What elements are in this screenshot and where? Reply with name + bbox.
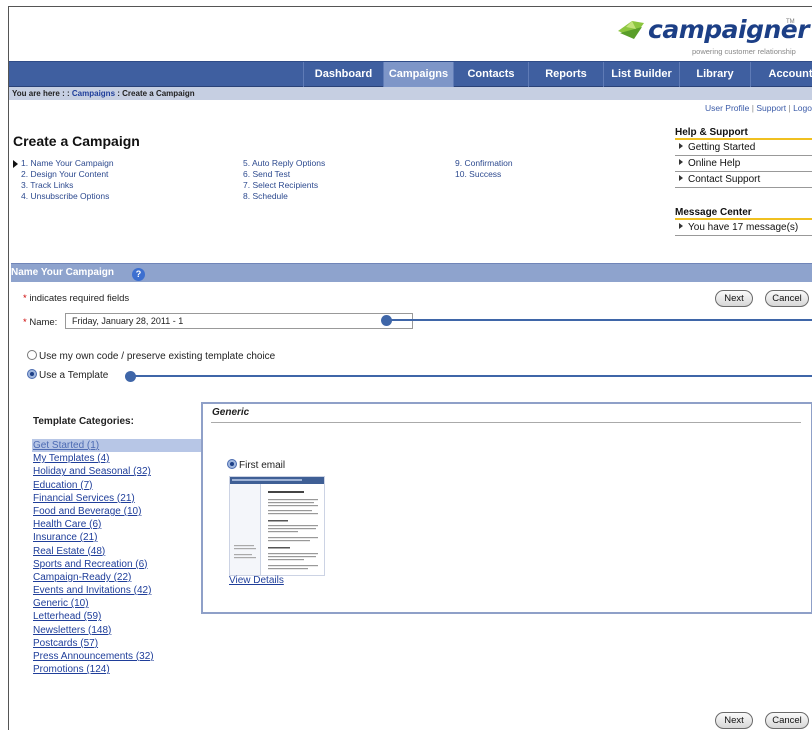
category-education[interactable]: Education (7) xyxy=(32,479,202,492)
bullet-arrow-icon xyxy=(679,159,683,165)
bullet-arrow-icon xyxy=(679,143,683,149)
category-financial-services[interactable]: Financial Services (21) xyxy=(32,492,202,505)
nav-reports[interactable]: Reports xyxy=(528,62,603,87)
category-get-started[interactable]: Get Started (1) xyxy=(32,439,202,453)
nav-account[interactable]: Account xyxy=(750,62,812,87)
breadcrumb: You are here : : Campaigns : Create a Ca… xyxy=(9,87,812,100)
radio-own-code[interactable]: Use my own code / preserve existing temp… xyxy=(27,350,275,362)
step-5[interactable]: 5. Auto Reply Options xyxy=(243,158,325,169)
breadcrumb-current: Create a Campaign xyxy=(122,89,195,98)
category-letterhead[interactable]: Letterhead (59) xyxy=(32,610,202,623)
template-radio-control[interactable] xyxy=(227,459,237,469)
divider xyxy=(211,422,801,423)
radio-use-template[interactable]: Use a Template xyxy=(27,369,108,381)
current-step-arrow-icon xyxy=(13,160,18,168)
step-2[interactable]: 2. Design Your Content xyxy=(21,169,108,180)
required-star: * xyxy=(23,317,27,328)
next-button-top[interactable]: Next xyxy=(715,290,753,307)
next-button-bottom[interactable]: Next xyxy=(715,712,753,729)
step-6[interactable]: 6. Send Test xyxy=(243,169,290,180)
template-category-list: Get Started (1) My Templates (4) Holiday… xyxy=(32,439,202,676)
category-health-care[interactable]: Health Care (6) xyxy=(32,518,202,531)
logo-tagline: powering customer relationship xyxy=(692,47,796,56)
help-support-box: Help & Support Getting Started Online He… xyxy=(675,127,812,188)
main-nav: Dashboard Campaigns Contacts Reports Lis… xyxy=(9,61,812,87)
category-my-templates[interactable]: My Templates (4) xyxy=(32,452,202,465)
category-press-announcements[interactable]: Press Announcements (32) xyxy=(32,650,202,663)
section-title: Name Your Campaign xyxy=(11,267,114,278)
logo-text: campaigner xyxy=(648,15,810,44)
step-8[interactable]: 8. Schedule xyxy=(243,191,288,202)
logout-link[interactable]: Logo xyxy=(793,103,812,113)
template-panel-title: Generic xyxy=(212,407,250,418)
help-getting-started[interactable]: Getting Started xyxy=(675,140,812,156)
bullet-arrow-icon xyxy=(679,223,683,229)
template-categories-heading: Template Categories: xyxy=(33,416,134,427)
message-center: Message Center You have 17 message(s) xyxy=(675,207,812,236)
category-generic[interactable]: Generic (10) xyxy=(32,597,202,610)
template-panel: Generic First email View Details xyxy=(201,402,812,614)
user-profile-link[interactable]: User Profile xyxy=(705,103,749,113)
required-fields-note: * indicates required fields xyxy=(23,293,130,304)
logo-tm: TM xyxy=(786,19,795,25)
step-1[interactable]: 1. Name Your Campaign xyxy=(21,158,114,169)
callout-line xyxy=(391,319,812,321)
view-details-link[interactable]: View Details xyxy=(229,575,284,586)
breadcrumb-link-campaigns[interactable]: Campaigns xyxy=(72,89,115,98)
radio-own-code-control[interactable] xyxy=(27,350,37,360)
category-promotions[interactable]: Promotions (124) xyxy=(32,663,202,676)
support-link[interactable]: Support xyxy=(756,103,786,113)
radio-use-template-control[interactable] xyxy=(27,369,37,379)
nav-dashboard[interactable]: Dashboard xyxy=(303,62,383,87)
template-thumbnail[interactable] xyxy=(229,476,325,576)
message-center-title: Message Center xyxy=(675,207,812,220)
step-7[interactable]: 7. Select Recipients xyxy=(243,180,318,191)
cancel-button-bottom[interactable]: Cancel xyxy=(765,712,809,729)
nav-library[interactable]: Library xyxy=(679,62,750,87)
help-title: Help & Support xyxy=(675,127,812,140)
bullet-arrow-icon xyxy=(679,175,683,181)
help-question-icon[interactable]: ? xyxy=(132,268,145,281)
template-preview-image xyxy=(230,477,324,575)
page-title: Create a Campaign xyxy=(13,133,140,149)
breadcrumb-prefix: You are here : : xyxy=(12,89,70,98)
step-4[interactable]: 4. Unsubscribe Options xyxy=(21,191,109,202)
section-header: Name Your Campaign ? xyxy=(11,263,812,282)
cancel-button-top[interactable]: Cancel xyxy=(765,290,809,307)
breadcrumb-separator: : xyxy=(117,89,120,98)
page-frame: campaigner TM powering customer relation… xyxy=(8,6,812,730)
category-food-beverage[interactable]: Food and Beverage (10) xyxy=(32,505,202,518)
help-online-help[interactable]: Online Help xyxy=(675,156,812,172)
name-label: * Name: xyxy=(23,317,58,328)
category-events-invitations[interactable]: Events and Invitations (42) xyxy=(32,584,202,597)
nav-list-builder[interactable]: List Builder xyxy=(603,62,679,87)
category-real-estate[interactable]: Real Estate (48) xyxy=(32,545,202,558)
required-star: * xyxy=(23,293,27,304)
utility-links: User Profile | Support | Logo xyxy=(705,103,812,113)
logo-mark-icon xyxy=(618,21,644,39)
category-sports-recreation[interactable]: Sports and Recreation (6) xyxy=(32,558,202,571)
template-option-first-email[interactable]: First email xyxy=(227,459,285,471)
nav-contacts[interactable]: Contacts xyxy=(453,62,528,87)
category-campaign-ready[interactable]: Campaign-Ready (22) xyxy=(32,571,202,584)
callout-line xyxy=(135,375,812,377)
campaign-name-input[interactable]: Friday, January 28, 2011 - 1 xyxy=(65,313,413,329)
step-9[interactable]: 9. Confirmation xyxy=(455,158,513,169)
campaigner-logo[interactable]: campaigner TM powering customer relation… xyxy=(616,15,812,63)
help-contact-support[interactable]: Contact Support xyxy=(675,172,812,188)
step-3[interactable]: 3. Track Links xyxy=(21,180,73,191)
category-holiday-seasonal[interactable]: Holiday and Seasonal (32) xyxy=(32,465,202,478)
step-10[interactable]: 10. Success xyxy=(455,169,501,180)
category-insurance[interactable]: Insurance (21) xyxy=(32,531,202,544)
nav-campaigns[interactable]: Campaigns xyxy=(383,62,453,87)
message-count-link[interactable]: You have 17 message(s) xyxy=(675,220,812,236)
category-postcards[interactable]: Postcards (57) xyxy=(32,637,202,650)
category-newsletters[interactable]: Newsletters (148) xyxy=(32,624,202,637)
